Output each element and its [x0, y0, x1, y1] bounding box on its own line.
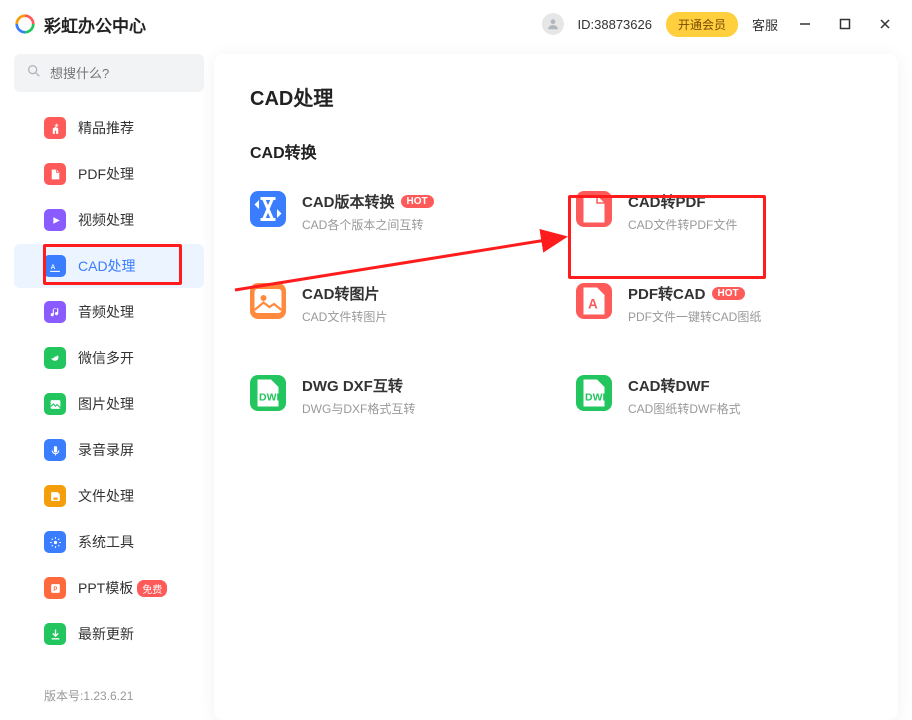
search-input[interactable] — [50, 66, 192, 81]
card-3[interactable]: A PDF转CAD HOT PDF文件一键转CAD图纸 — [576, 283, 862, 325]
svg-text:A: A — [50, 264, 55, 271]
card-4[interactable]: DWF DWG DXF互转 DWG与DXF格式互转 — [250, 375, 536, 417]
maximize-button[interactable] — [832, 11, 858, 37]
sidebar-item-10[interactable]: P PPT模板免费 — [14, 566, 204, 610]
sidebar-item-11[interactable]: 最新更新 — [14, 612, 204, 656]
page-title: CAD处理 — [250, 82, 862, 111]
sidebar-item-9[interactable]: 系统工具 — [14, 520, 204, 564]
sidebar-item-8[interactable]: 文件处理 — [14, 474, 204, 518]
nav-label-9: 系统工具 — [78, 532, 134, 552]
nav-label-11: 最新更新 — [78, 624, 134, 644]
app-title: 彩虹办公中心 — [44, 12, 146, 37]
kefu-link[interactable]: 客服 — [752, 15, 778, 34]
card-desc-3: PDF文件一键转CAD图纸 — [628, 308, 761, 325]
nav-label-4: 音频处理 — [78, 302, 134, 322]
rainbow-logo-icon — [14, 13, 36, 35]
svg-text:P: P — [53, 587, 57, 593]
card-5[interactable]: DWF CAD转DWF CAD图纸转DWF格式 — [576, 375, 862, 417]
sidebar-item-5[interactable]: 微信多开 — [14, 336, 204, 380]
vip-button[interactable]: 开通会员 — [666, 12, 738, 37]
nav-label-8: 文件处理 — [78, 486, 134, 506]
nav-icon-8 — [44, 485, 66, 507]
card-desc-4: DWG与DXF格式互转 — [302, 400, 415, 417]
card-icon-0 — [250, 191, 286, 227]
nav-icon-7 — [44, 439, 66, 461]
card-title-0: CAD版本转换 — [302, 191, 395, 212]
card-0[interactable]: CAD版本转换 HOT CAD各个版本之间互转 — [250, 191, 536, 233]
card-desc-5: CAD图纸转DWF格式 — [628, 400, 741, 417]
nav-label-0: 精品推荐 — [78, 118, 134, 138]
app-logo: 彩虹办公中心 — [14, 12, 146, 37]
sidebar-item-6[interactable]: 图片处理 — [14, 382, 204, 426]
card-icon-4: DWF — [250, 375, 286, 411]
card-desc-2: CAD文件转图片 — [302, 308, 387, 325]
nav-badge-10: 免费 — [137, 580, 167, 597]
card-icon-2 — [250, 283, 286, 319]
close-button[interactable] — [872, 11, 898, 37]
section-title: CAD转换 — [250, 139, 862, 163]
card-icon-5: DWF — [576, 375, 612, 411]
card-desc-1: CAD文件转PDF文件 — [628, 216, 737, 233]
nav-label-5: 微信多开 — [78, 348, 134, 368]
nav-label-10: PPT模板 — [78, 578, 133, 598]
sidebar-item-7[interactable]: 录音录屏 — [14, 428, 204, 472]
card-title-2: CAD转图片 — [302, 283, 380, 304]
nav-icon-5 — [44, 347, 66, 369]
version-label: 版本号:1.23.6.21 — [14, 671, 204, 720]
nav-icon-10: P — [44, 577, 66, 599]
main-panel: CAD处理 CAD转换 CAD版本转换 HOT CAD各个版本之间互转 CAD转PDF… — [214, 54, 898, 720]
search-icon — [26, 63, 42, 84]
card-desc-0: CAD各个版本之间互转 — [302, 216, 434, 233]
nav-icon-6 — [44, 393, 66, 415]
nav-icon-3: A — [44, 255, 66, 277]
sidebar-item-2[interactable]: 视频处理 — [14, 198, 204, 242]
nav-label-2: 视频处理 — [78, 210, 134, 230]
card-title-1: CAD转PDF — [628, 191, 706, 212]
nav-icon-2 — [44, 209, 66, 231]
card-2[interactable]: CAD转图片 CAD文件转图片 — [250, 283, 536, 325]
svg-text:DWF: DWF — [259, 392, 283, 404]
minimize-button[interactable] — [792, 11, 818, 37]
sidebar: 精品推荐 PDF处理视频处理 A CAD处理音频处理微信多开图片处理录音录屏文件处理系… — [14, 54, 204, 720]
sidebar-item-1[interactable]: PDF处理 — [14, 152, 204, 196]
sidebar-item-4[interactable]: 音频处理 — [14, 290, 204, 334]
nav-label-1: PDF处理 — [78, 164, 134, 184]
svg-text:A: A — [588, 297, 598, 312]
nav-icon-0 — [44, 117, 66, 139]
svg-text:DWF: DWF — [585, 392, 609, 404]
sidebar-item-0[interactable]: 精品推荐 — [14, 106, 204, 150]
nav-label-7: 录音录屏 — [78, 440, 134, 460]
nav-icon-11 — [44, 623, 66, 645]
hot-badge-0: HOT — [401, 195, 434, 208]
card-icon-1 — [576, 191, 612, 227]
card-title-3: PDF转CAD — [628, 283, 706, 304]
nav-icon-1 — [44, 163, 66, 185]
user-id: ID:38873626 — [578, 17, 652, 32]
nav-label-6: 图片处理 — [78, 394, 134, 414]
nav-label-3: CAD处理 — [78, 256, 136, 276]
titlebar: 彩虹办公中心 ID:38873626 开通会员 客服 — [0, 0, 912, 48]
card-title-4: DWG DXF互转 — [302, 375, 403, 396]
card-title-5: CAD转DWF — [628, 375, 710, 396]
nav-icon-9 — [44, 531, 66, 553]
sidebar-item-3[interactable]: A CAD处理 — [14, 244, 204, 288]
nav-icon-4 — [44, 301, 66, 323]
user-avatar[interactable] — [542, 13, 564, 35]
hot-badge-3: HOT — [712, 287, 745, 300]
card-1[interactable]: CAD转PDF CAD文件转PDF文件 — [576, 191, 862, 233]
search-box[interactable] — [14, 54, 204, 92]
card-icon-3: A — [576, 283, 612, 319]
